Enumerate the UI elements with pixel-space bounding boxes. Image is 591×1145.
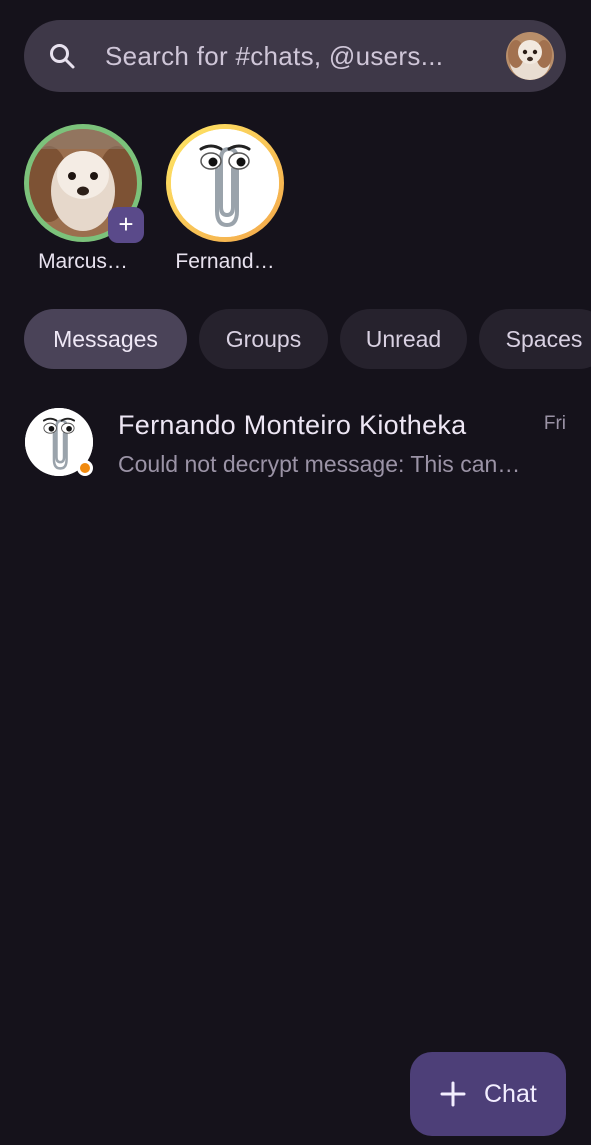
stories-row: + Marcus… Fernand…: [24, 124, 584, 284]
search-bar[interactable]: Search for #chats, @users...: [24, 20, 566, 92]
filter-chip-unread[interactable]: Unread: [340, 309, 467, 369]
user-avatar[interactable]: [506, 32, 554, 80]
plus-icon: [440, 1081, 466, 1107]
clippy-avatar: [171, 129, 279, 237]
new-chat-label: Chat: [484, 1080, 537, 1108]
story-ring: [166, 124, 284, 242]
add-story-badge[interactable]: +: [108, 207, 144, 243]
story-ring: +: [24, 124, 144, 243]
filter-chip-spaces[interactable]: Spaces: [479, 309, 591, 369]
story-label: Marcus…: [38, 250, 128, 273]
story-fernando[interactable]: Fernand…: [166, 124, 284, 276]
search-icon[interactable]: [48, 42, 76, 70]
filter-chip-messages[interactable]: Messages: [24, 309, 187, 369]
new-chat-button[interactable]: Chat: [410, 1052, 566, 1136]
story-label: Fernand…: [175, 250, 275, 273]
search-input[interactable]: Search for #chats, @users...: [105, 40, 443, 72]
presence-indicator: [77, 460, 93, 476]
chat-name: Fernando Monteiro Kiotheka: [118, 410, 467, 440]
chat-last-message: Could not decrypt message: This can…: [118, 451, 521, 477]
story-marcus[interactable]: + Marcus…: [24, 124, 144, 276]
filter-chip-groups[interactable]: Groups: [199, 309, 328, 369]
chat-list-screen: Search for #chats, @users... + Marcus… F…: [0, 0, 591, 1145]
chat-timestamp: Fri: [543, 413, 566, 434]
filter-chips: Messages Groups Unread Spaces: [24, 309, 591, 369]
